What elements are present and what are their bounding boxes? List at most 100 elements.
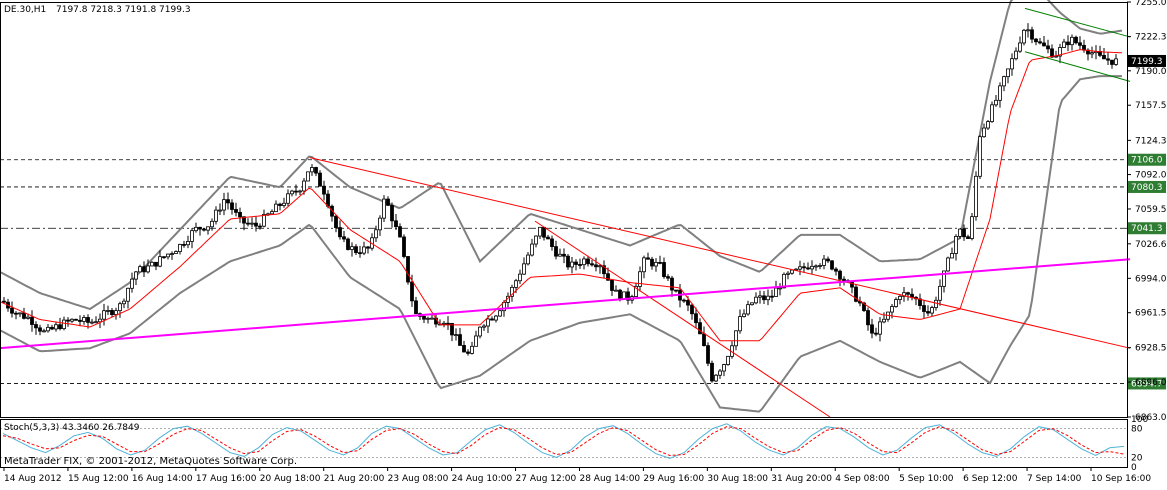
candle-body	[498, 310, 502, 317]
candle-body	[2, 300, 6, 303]
candle-body	[1070, 36, 1074, 46]
candle-body	[494, 315, 498, 321]
candle-body	[758, 295, 762, 298]
candle-body	[962, 228, 966, 238]
stoch-tick-label: 0	[1131, 463, 1137, 473]
candle-body	[150, 261, 154, 267]
candle-body	[702, 333, 706, 347]
candle-body	[706, 345, 710, 364]
candle-body	[38, 327, 42, 332]
time-tick-label: 7 Sep 14:00	[1027, 474, 1082, 484]
candle-body	[490, 318, 494, 321]
candle-body	[894, 299, 898, 307]
candle-body	[134, 271, 138, 280]
price-tick-label: 6994.0	[1135, 274, 1167, 284]
candle-body	[278, 203, 282, 206]
candle-body	[270, 211, 274, 215]
candle-body	[1110, 59, 1114, 65]
candle-body	[166, 253, 170, 258]
price-tick-label: 7157.5	[1135, 101, 1167, 111]
candle-body	[254, 222, 258, 227]
candle-body	[674, 289, 678, 292]
price-tick-label: 6961.5	[1135, 309, 1167, 319]
price-chart-svg[interactable]: 7106.07080.37041.36894.77199.3 10080200 …	[0, 0, 1167, 486]
candle-body	[710, 362, 714, 382]
candle-body	[130, 278, 134, 289]
time-tick-label: 16 Aug 14:00	[132, 474, 193, 484]
candle-body	[274, 203, 278, 213]
candle-body	[174, 251, 178, 254]
chart-header-symbol: DE.30,H1	[4, 5, 46, 15]
candle-body	[770, 295, 774, 298]
candle	[946, 256, 950, 272]
candle-body	[658, 261, 662, 264]
candle-body	[526, 254, 530, 265]
candle-body	[982, 127, 986, 138]
price-tick-label: 7059.5	[1135, 205, 1167, 215]
candle-body	[930, 307, 934, 314]
candle-body	[574, 261, 578, 265]
time-tick-label: 23 Aug 08:00	[388, 474, 449, 484]
candle-body	[590, 263, 594, 266]
candle-body	[238, 211, 242, 218]
time-tick-label: 31 Aug 20:00	[771, 474, 832, 484]
candle	[406, 256, 410, 285]
candle-body	[1002, 76, 1006, 87]
time-tick-label: 17 Aug 16:00	[196, 474, 257, 484]
candle-body	[482, 325, 486, 328]
candle-body	[866, 310, 870, 326]
candle-body	[186, 240, 190, 246]
candle-body	[1038, 41, 1042, 44]
candle-body	[926, 311, 930, 314]
time-tick-label: 5 Sep 10:00	[899, 474, 954, 484]
level-price-label: 7041.3	[1131, 224, 1163, 234]
candle-body	[1074, 36, 1078, 44]
candle-body	[694, 313, 698, 324]
candle-body	[534, 235, 538, 245]
candle	[382, 195, 386, 223]
candle-body	[1106, 58, 1110, 61]
candle-body	[118, 303, 122, 312]
candle-body	[306, 171, 310, 182]
candle-body	[958, 228, 962, 237]
candle-body	[654, 261, 658, 267]
chart-window: 7106.0 7080.3 7041.3 6894.7 7199.3 100 80 20 0 …	[0, 0, 1167, 486]
candle-body	[522, 263, 526, 275]
candle-body	[990, 104, 994, 123]
candle-body	[90, 321, 94, 324]
candle-body	[414, 300, 418, 315]
candle-body	[422, 316, 426, 320]
candle-body	[374, 229, 378, 239]
candle-body	[94, 321, 98, 324]
candle	[970, 213, 974, 241]
candle-body	[390, 204, 394, 222]
candle-body	[790, 269, 794, 274]
candle-body	[734, 330, 738, 347]
price-tick-label: 6863.0	[1135, 413, 1167, 423]
candle-body	[898, 295, 902, 300]
candle-body	[226, 199, 230, 204]
candle-body	[934, 299, 938, 308]
price-tick-label: 6928.5	[1135, 344, 1167, 354]
candle-body	[302, 180, 306, 192]
price-tick-label: 7092.0	[1135, 171, 1167, 181]
candle	[1074, 35, 1078, 45]
candle-body	[1102, 54, 1106, 60]
candle-body	[290, 190, 294, 195]
candle	[706, 342, 710, 367]
candle-body	[1046, 45, 1050, 50]
candle-body	[182, 243, 186, 246]
candle-body	[778, 287, 782, 290]
candle-body	[582, 258, 586, 266]
candle-body	[430, 317, 434, 320]
candle-body	[114, 310, 118, 315]
candle-body	[890, 306, 894, 313]
candle	[346, 237, 350, 251]
candle-body	[454, 334, 458, 337]
candle-body	[362, 246, 366, 254]
candle-body	[614, 289, 618, 292]
candle-body	[366, 246, 370, 249]
stoch-tick-label: 80	[1131, 425, 1143, 435]
candle-body	[346, 238, 350, 250]
candle	[74, 318, 78, 321]
